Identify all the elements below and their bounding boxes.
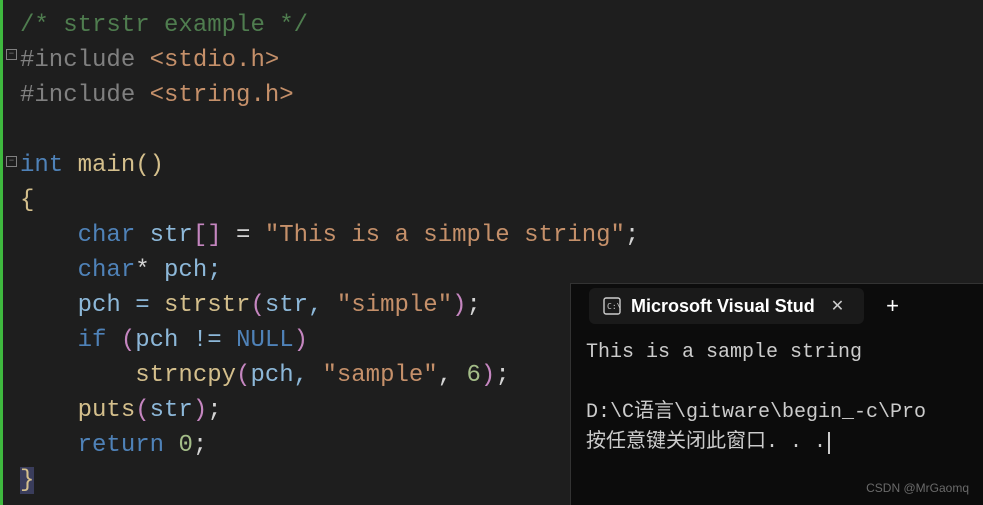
new-tab-button[interactable]: + — [868, 293, 899, 319]
preproc: #include — [20, 82, 150, 109]
terminal-icon: C:\ — [603, 297, 621, 315]
code-line — [20, 113, 983, 148]
fold-marker[interactable]: − — [6, 49, 17, 60]
paren: ( — [250, 292, 264, 319]
semi: ; — [207, 397, 221, 424]
fold-marker[interactable]: − — [6, 156, 17, 167]
gutter-change-bar — [0, 0, 3, 505]
comment: /* strstr example */ — [20, 12, 308, 39]
paren: ) — [452, 292, 466, 319]
paren: ( — [236, 362, 250, 389]
svg-text:C:\: C:\ — [607, 302, 621, 311]
arg: str — [150, 397, 193, 424]
cursor — [828, 432, 830, 454]
code-line: char str[] = "This is a simple string"; — [20, 218, 983, 253]
terminal-window: C:\ Microsoft Visual Stud ✕ + This is a … — [570, 283, 983, 505]
null-literal: NULL — [236, 327, 294, 354]
paren: ( — [135, 397, 149, 424]
string-literal: "simple" — [337, 292, 452, 319]
code-line: /* strstr example */ — [20, 8, 983, 43]
string-literal: "This is a simple string" — [265, 222, 625, 249]
func-main: main — [63, 152, 135, 179]
terminal-tabbar: C:\ Microsoft Visual Stud ✕ + — [571, 284, 983, 328]
output-line: This is a sample string — [586, 341, 862, 364]
keyword-if: if — [78, 327, 121, 354]
bracket: [ — [193, 222, 207, 249]
func-strstr: strstr — [164, 292, 250, 319]
semi: ; — [193, 432, 207, 459]
number-literal: 0 — [178, 432, 192, 459]
code-line: #include <string.h> — [20, 78, 983, 113]
ident: pch = — [78, 292, 164, 319]
string-literal: "sample" — [322, 362, 437, 389]
paren: ) — [150, 152, 164, 179]
paren: ( — [135, 152, 149, 179]
terminal-tab[interactable]: C:\ Microsoft Visual Stud ✕ — [589, 288, 864, 324]
keyword-char: char — [78, 257, 136, 284]
semi: ; — [495, 362, 509, 389]
arg: pch, — [250, 362, 322, 389]
code-line: #include <stdio.h> — [20, 43, 983, 78]
paren: ( — [121, 327, 135, 354]
header-name: <stdio.h> — [150, 47, 280, 74]
output-line: D:\C语言\gitware\begin_-c\Pro — [586, 401, 926, 424]
output-line: 按任意键关闭此窗口. . . — [586, 431, 826, 454]
op: = — [222, 222, 265, 249]
comma: , — [438, 362, 467, 389]
paren: ) — [193, 397, 207, 424]
header-name: <string.h> — [150, 82, 294, 109]
op: * — [135, 257, 149, 284]
brace: } — [20, 467, 34, 494]
keyword-char: char — [78, 222, 136, 249]
arg: str, — [265, 292, 337, 319]
preproc: #include — [20, 47, 150, 74]
code-editor[interactable]: − − /* strstr example */ #include <stdio… — [0, 0, 983, 505]
keyword-return: return — [78, 432, 179, 459]
ident: str — [135, 222, 193, 249]
close-icon[interactable]: ✕ — [825, 296, 850, 316]
paren: ) — [481, 362, 495, 389]
brace: { — [20, 187, 34, 214]
func-puts: puts — [78, 397, 136, 424]
bracket: ] — [207, 222, 221, 249]
terminal-tab-title: Microsoft Visual Stud — [631, 296, 815, 317]
code-line: int main() — [20, 148, 983, 183]
keyword-int: int — [20, 152, 63, 179]
paren: ) — [294, 327, 308, 354]
ident: pch; — [150, 257, 222, 284]
watermark: CSDN @MrGaomq — [866, 481, 969, 495]
func-strncpy: strncpy — [135, 362, 236, 389]
terminal-output[interactable]: This is a sample string D:\C语言\gitware\b… — [571, 328, 983, 468]
code-line: { — [20, 183, 983, 218]
expr: pch != — [135, 327, 236, 354]
semi: ; — [467, 292, 481, 319]
semi: ; — [625, 222, 639, 249]
number-literal: 6 — [467, 362, 481, 389]
